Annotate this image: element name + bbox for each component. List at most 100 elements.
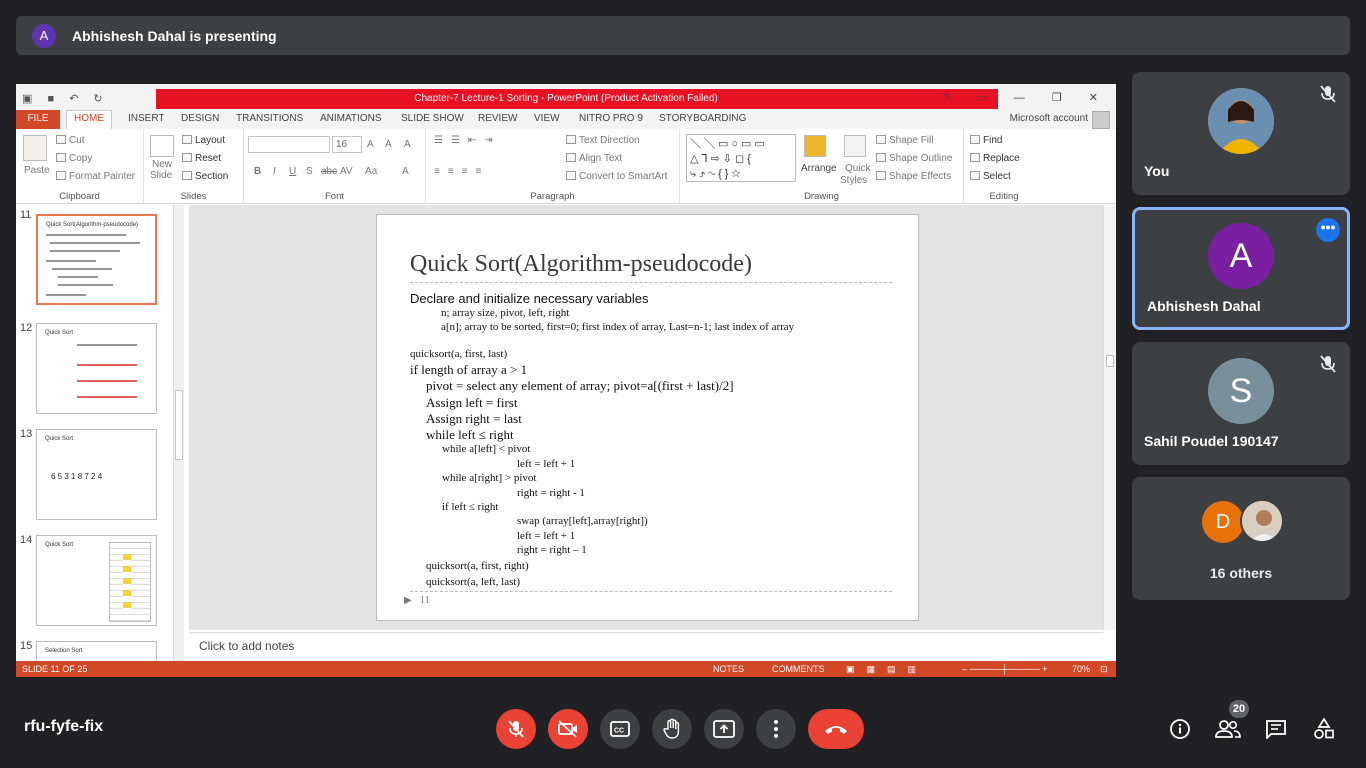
tab-nitro[interactable]: NITRO PRO 9 — [579, 113, 643, 124]
tab-file[interactable]: FILE — [16, 110, 60, 129]
format-painter-button[interactable]: Format Painter — [56, 171, 135, 182]
tab-review[interactable]: REVIEW — [478, 113, 517, 124]
shrink-font-button[interactable]: A — [385, 139, 392, 150]
thumbnail-slide-11[interactable]: Quick Sort(Algorithm-pseudocode) — [36, 214, 157, 305]
tab-storyboarding[interactable]: STORYBOARDING — [659, 113, 746, 124]
text-direction-button[interactable]: Text Direction — [566, 135, 640, 146]
chat-button[interactable] — [1263, 716, 1289, 742]
account-avatar[interactable] — [1092, 111, 1110, 129]
present-button[interactable] — [704, 709, 744, 749]
tab-home[interactable]: HOME — [66, 110, 112, 129]
participant-tile-others[interactable]: D 16 others — [1132, 477, 1350, 600]
outline-icon — [876, 153, 886, 162]
participant-tile-sahil[interactable]: S Sahil Poudel 190147 — [1132, 342, 1350, 465]
bold-button[interactable]: B — [254, 166, 261, 177]
underline-button[interactable]: U — [289, 166, 296, 177]
section-button[interactable]: Section — [182, 171, 228, 182]
play-icon[interactable]: ▶ — [404, 595, 412, 606]
quick-styles-label-1[interactable]: Quick — [845, 163, 871, 174]
select-button[interactable]: Select — [970, 171, 1011, 182]
thumbnail-slide-12[interactable]: Quick Sort — [36, 323, 157, 414]
fit-slide-icon[interactable]: ⊡ — [1100, 664, 1108, 675]
reset-button[interactable]: Reset — [182, 153, 221, 164]
thumbnail-slide-15[interactable]: Selection Sort — [36, 641, 157, 661]
arrange-button[interactable]: Arrange — [801, 163, 837, 174]
grow-font-button[interactable]: A — [367, 139, 374, 150]
new-slide-label-1[interactable]: New — [152, 159, 172, 170]
captions-button[interactable]: CC — [600, 709, 640, 749]
tab-animations[interactable]: ANIMATIONS — [320, 113, 381, 124]
zoom-slider[interactable]: – ─────┼───── + — [962, 664, 1047, 674]
more-options-button[interactable] — [756, 709, 796, 749]
activities-button[interactable] — [1311, 716, 1337, 742]
list-buttons[interactable]: ☰☰⇤⇥ — [434, 135, 501, 146]
account-menu[interactable]: Microsoft account — [1010, 113, 1088, 124]
shapes-gallery[interactable]: ＼╲▭○▭▭ △⅂⇨⇩◻{⤷⤴∿{}☆ — [686, 134, 796, 182]
meeting-info-button[interactable] — [1167, 716, 1193, 742]
shape-effects-button[interactable]: Shape Effects — [876, 171, 951, 182]
participant-tile-abhishesh[interactable]: A ••• Abhishesh Dahal — [1132, 207, 1350, 330]
align-buttons[interactable]: ≡≡≡≡ — [434, 166, 489, 177]
scroll-thumb[interactable] — [175, 390, 183, 460]
notes-pane[interactable]: Click to add notes — [189, 632, 1103, 659]
new-slide-label-2[interactable]: Slide — [150, 170, 172, 181]
shape-fill-button[interactable]: Shape Fill — [876, 135, 933, 146]
participant-tile-you[interactable]: You — [1132, 72, 1350, 195]
participant-name: You — [1144, 163, 1170, 179]
find-button[interactable]: Find — [970, 135, 1002, 146]
cut-button[interactable]: Cut — [56, 135, 85, 146]
shadow-text-button[interactable]: S — [306, 166, 313, 177]
more-options-icon[interactable]: ••• — [1316, 218, 1340, 242]
font-label: Font — [324, 191, 344, 202]
chat-icon — [1266, 720, 1286, 739]
italic-button[interactable]: I — [273, 166, 276, 177]
strikethrough-button[interactable]: abc — [321, 166, 337, 177]
zoom-level[interactable]: 70% — [1072, 664, 1090, 674]
change-case-button[interactable]: Aa — [365, 166, 377, 177]
copy-button[interactable]: Copy — [56, 153, 92, 164]
font-size-box[interactable]: 16 — [332, 136, 362, 153]
thumbnail-slide-14[interactable]: Quick Sort — [36, 535, 157, 626]
quick-styles-icon[interactable] — [844, 135, 866, 157]
thumbnail-scrollbar[interactable] — [173, 205, 184, 661]
current-slide[interactable]: Quick Sort(Algorithm-pseudocode) Declare… — [376, 214, 919, 621]
font-color-button[interactable]: A — [402, 166, 409, 177]
layout-button[interactable]: Layout — [182, 135, 225, 146]
comments-button[interactable]: COMMENTS — [772, 664, 825, 674]
avatar-sahil: S — [1208, 358, 1274, 424]
clear-format-button[interactable]: A — [404, 139, 411, 150]
tab-slide-show[interactable]: SLIDE SHOW — [401, 113, 464, 124]
view-buttons[interactable]: ▣▦▤▥ — [846, 664, 928, 675]
tab-design[interactable]: DESIGN — [181, 113, 219, 124]
quick-styles-label-2[interactable]: Styles — [840, 175, 867, 186]
arrange-icon[interactable] — [804, 135, 826, 157]
align-text-button[interactable]: Align Text — [566, 153, 622, 164]
camera-toggle-button[interactable] — [548, 709, 588, 749]
people-button[interactable] — [1215, 716, 1241, 742]
svg-text:CC: CC — [614, 728, 624, 735]
paste-button[interactable]: Paste — [24, 165, 50, 176]
slide-scrollbar[interactable] — [1103, 205, 1116, 630]
thumbnail-slide-13[interactable]: Quick Sort 6 5 3 1 8 7 2 4 — [36, 429, 157, 520]
paste-icon[interactable] — [23, 135, 47, 161]
font-name-box[interactable] — [248, 136, 330, 153]
char-spacing-button[interactable]: AV — [340, 166, 353, 177]
mic-toggle-button[interactable] — [496, 709, 536, 749]
tab-view[interactable]: VIEW — [534, 113, 560, 124]
slide-title[interactable]: Quick Sort(Algorithm-pseudocode) — [410, 251, 752, 278]
end-call-button[interactable] — [808, 709, 864, 749]
thumb-number: 13 — [20, 428, 33, 440]
clipboard-label: Clipboard — [59, 191, 100, 202]
tab-transitions[interactable]: TRANSITIONS — [236, 113, 303, 124]
notes-button[interactable]: NOTES — [713, 664, 744, 674]
tab-insert[interactable]: INSERT — [128, 113, 165, 124]
replace-button[interactable]: Replace — [970, 153, 1020, 164]
shape-outline-button[interactable]: Shape Outline — [876, 153, 952, 164]
raise-hand-button[interactable] — [652, 709, 692, 749]
thumb-title: Quick Sort — [45, 542, 74, 548]
convert-smartart-button[interactable]: Convert to SmartArt — [566, 171, 667, 182]
others-count-label: 16 others — [1209, 565, 1273, 581]
scroll-thumb[interactable] — [1106, 355, 1114, 367]
text-direction-icon — [566, 135, 576, 144]
new-slide-icon[interactable] — [150, 135, 174, 157]
